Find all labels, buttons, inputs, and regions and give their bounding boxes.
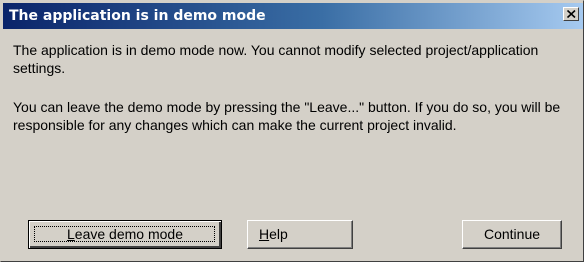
help-mnemonic: H — [259, 226, 270, 242]
leave-demo-mode-label: Leave demo mode — [67, 226, 183, 242]
help-button[interactable]: Help — [247, 220, 353, 249]
title-bar[interactable]: The application is in demo mode — [3, 3, 583, 29]
leave-demo-mode-button[interactable]: Leave demo mode — [28, 220, 222, 249]
demo-mode-dialog: The application is in demo mode The appl… — [0, 0, 584, 262]
leave-instructions-message: You can leave the demo mode by pressing … — [13, 99, 561, 133]
help-label: Help — [248, 226, 288, 242]
close-x-icon — [567, 10, 576, 18]
close-button[interactable] — [563, 7, 579, 21]
help-label-rest: elp — [269, 226, 288, 242]
demo-mode-message: The application is in demo mode now. You… — [13, 42, 539, 76]
continue-label: Continue — [483, 226, 541, 242]
dialog-title: The application is in demo mode — [9, 8, 266, 24]
leave-label-rest: eave demo mode — [74, 226, 183, 242]
continue-button[interactable]: Continue — [462, 220, 562, 249]
leave-mnemonic: L — [67, 226, 75, 242]
